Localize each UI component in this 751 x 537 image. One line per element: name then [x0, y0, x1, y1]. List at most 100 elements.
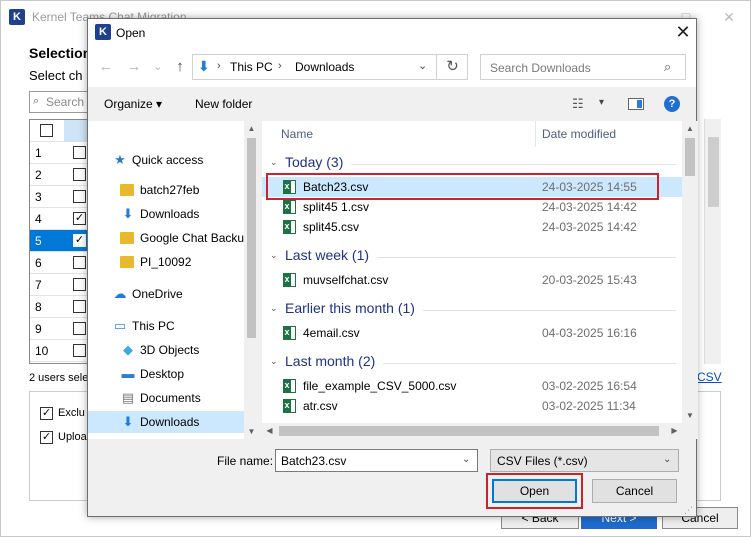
nav-item-google-chat-backup[interactable]: Google Chat Backup: [88, 227, 251, 249]
star-icon: ★: [114, 152, 126, 167]
scroll-down-icon[interactable]: ▼: [682, 408, 698, 423]
row-checkbox[interactable]: [73, 168, 86, 181]
file-row[interactable]: muvselfchat.csv 20-03-2025 15:43: [262, 270, 682, 290]
grid-row[interactable]: 2: [30, 164, 90, 186]
breadcrumb-this-pc[interactable]: This PC: [230, 60, 273, 74]
file-list-horizontal-scrollbar[interactable]: ◀ ▶: [262, 423, 682, 439]
select-all-checkbox[interactable]: [40, 124, 53, 137]
row-checkbox[interactable]: [73, 344, 86, 357]
file-row[interactable]: file_example_CSV_5000.csv 03-02-2025 16:5…: [262, 376, 682, 396]
collapse-chevron-icon[interactable]: ⌄: [270, 303, 278, 314]
file-row[interactable]: 4email.csv 04-03-2025 16:16: [262, 323, 682, 343]
back-arrow-icon[interactable]: ←: [97, 58, 115, 76]
nav-item-onedrive[interactable]: ☁ OneDrive: [88, 283, 244, 305]
nav-item-pi-10092[interactable]: PI_10092: [88, 251, 244, 273]
file-name-input[interactable]: Batch23.csv ⌄: [275, 449, 478, 472]
grid-row[interactable]: 9: [30, 318, 90, 340]
nav-item-quick-access[interactable]: ★ Quick access: [88, 149, 244, 171]
view-dropdown-icon[interactable]: ▾: [599, 97, 604, 108]
column-header-name[interactable]: Name: [281, 127, 313, 141]
column-header-date-modified[interactable]: Date modified: [542, 127, 616, 141]
file-row[interactable]: split45.csv 24-03-2025 14:42: [262, 217, 682, 237]
breadcrumb-downloads[interactable]: Downloads: [295, 60, 354, 74]
scroll-down-icon[interactable]: ▼: [244, 424, 259, 439]
grid-row[interactable]: 3: [30, 186, 90, 208]
nav-item-music[interactable]: ♪Music: [88, 435, 244, 439]
nav-item-downloads[interactable]: ⬇ Downloads: [88, 411, 244, 433]
row-checkbox[interactable]: [73, 322, 86, 335]
scroll-right-icon[interactable]: ▶: [667, 423, 682, 439]
address-dropdown-icon[interactable]: ⌄: [418, 59, 427, 72]
refresh-icon[interactable]: ↻: [436, 54, 468, 80]
upload-checkbox[interactable]: ✓: [40, 431, 53, 444]
nav-item-desktop[interactable]: ▬ Desktop: [88, 363, 244, 385]
grid-row[interactable]: 1: [30, 142, 90, 164]
grid-row[interactable]: 10: [30, 340, 90, 362]
view-options-icon[interactable]: ☷: [572, 96, 584, 112]
nav-item-this-pc[interactable]: ▭ This PC: [88, 315, 244, 337]
scroll-left-icon[interactable]: ◀: [262, 423, 277, 439]
nav-item-3d-objects[interactable]: ◆ 3D Objects: [88, 339, 244, 361]
row-checkbox[interactable]: ✓: [73, 212, 86, 225]
recent-locations-dropdown-icon[interactable]: ⌄: [149, 58, 167, 76]
user-search-input[interactable]: ⌕ Search: [29, 91, 89, 113]
close-icon[interactable]: ✕: [719, 7, 739, 27]
file-row[interactable]: split45 1.csv 24-03-2025 14:42: [262, 197, 682, 217]
collapse-chevron-icon[interactable]: ⌄: [270, 356, 278, 367]
grid-row[interactable]: 8: [30, 296, 90, 318]
file-group-header[interactable]: ⌄ Earlier this month (1): [262, 299, 682, 321]
file-row[interactable]: atr.csv 03-02-2025 11:34: [262, 396, 682, 416]
file-group-header[interactable]: ⌄ Last week (1): [262, 246, 682, 268]
scrollbar-thumb[interactable]: [247, 138, 256, 338]
organize-menu[interactable]: Organize ▾: [104, 97, 162, 111]
column-divider[interactable]: [535, 121, 536, 147]
row-checkbox[interactable]: [73, 300, 86, 313]
exclude-checkbox[interactable]: ✓: [40, 407, 53, 420]
row-checkbox[interactable]: [73, 146, 86, 159]
forward-arrow-icon[interactable]: →: [125, 58, 143, 76]
file-group-header[interactable]: ⌄ Last month (2): [262, 352, 682, 374]
collapse-chevron-icon[interactable]: ⌄: [270, 157, 278, 168]
breadcrumb-separator[interactable]: ›: [217, 60, 221, 72]
file-row[interactable]: Batch23.csv 24-03-2025 14:55: [262, 177, 682, 197]
breadcrumb-separator[interactable]: ›: [278, 60, 282, 72]
nav-item-batch27feb[interactable]: batch27feb: [88, 179, 244, 201]
open-button[interactable]: Open: [492, 479, 577, 503]
preview-pane-icon[interactable]: [628, 98, 644, 110]
new-folder-button[interactable]: New folder: [195, 97, 252, 111]
nav-item-documents[interactable]: ▤ Documents: [88, 387, 244, 409]
help-icon[interactable]: ?: [664, 96, 680, 112]
scroll-up-icon[interactable]: ▲: [682, 121, 698, 136]
file-group-label: Today (3): [285, 154, 344, 170]
scrollbar-thumb[interactable]: [279, 426, 659, 436]
file-type-dropdown-icon[interactable]: ⌄: [663, 454, 671, 465]
scroll-up-icon[interactable]: ▲: [244, 121, 259, 136]
up-folder-icon[interactable]: ↑: [171, 58, 189, 76]
cancel-button[interactable]: Cancel: [592, 479, 677, 503]
grid-row[interactable]: 4 ✓: [30, 208, 90, 230]
address-bar[interactable]: ⬇ › This PC › Downloads ⌄ ↻: [192, 54, 468, 80]
grid-row[interactable]: 7: [30, 274, 90, 296]
file-group-header[interactable]: ⌄ Today (3): [262, 153, 682, 175]
row-checkbox[interactable]: [73, 256, 86, 269]
scrollbar-thumb[interactable]: [685, 138, 695, 176]
csv-link[interactable]: CSV: [697, 370, 722, 384]
nav-item-label: Downloads: [140, 415, 200, 429]
row-checkbox[interactable]: [73, 190, 86, 203]
collapse-chevron-icon[interactable]: ⌄: [270, 250, 278, 261]
file-list-vertical-scrollbar[interactable]: ▲ ▼: [682, 121, 698, 423]
grid-row[interactable]: 6: [30, 252, 90, 274]
nav-item-downloads[interactable]: ⬇ Downloads: [88, 203, 244, 225]
grid-row[interactable]: 5 ✓: [30, 230, 90, 252]
resize-grip-icon[interactable]: ⋰: [684, 505, 693, 516]
dialog-close-icon[interactable]: ✕: [673, 22, 693, 42]
file-type-select[interactable]: CSV Files (*.csv) ⌄: [490, 449, 679, 472]
file-name-dropdown-icon[interactable]: ⌄: [462, 454, 470, 465]
row-checkbox[interactable]: [73, 278, 86, 291]
row-checkbox[interactable]: ✓: [73, 234, 86, 247]
nav-pane-scrollbar[interactable]: ▲ ▼: [244, 121, 259, 439]
search-downloads-input[interactable]: Search Downloads ⌕: [480, 54, 686, 80]
grid-scrollbar[interactable]: [704, 119, 721, 364]
scrollbar-thumb[interactable]: [708, 137, 719, 207]
file-date-modified: 03-02-2025 16:54: [542, 379, 637, 393]
